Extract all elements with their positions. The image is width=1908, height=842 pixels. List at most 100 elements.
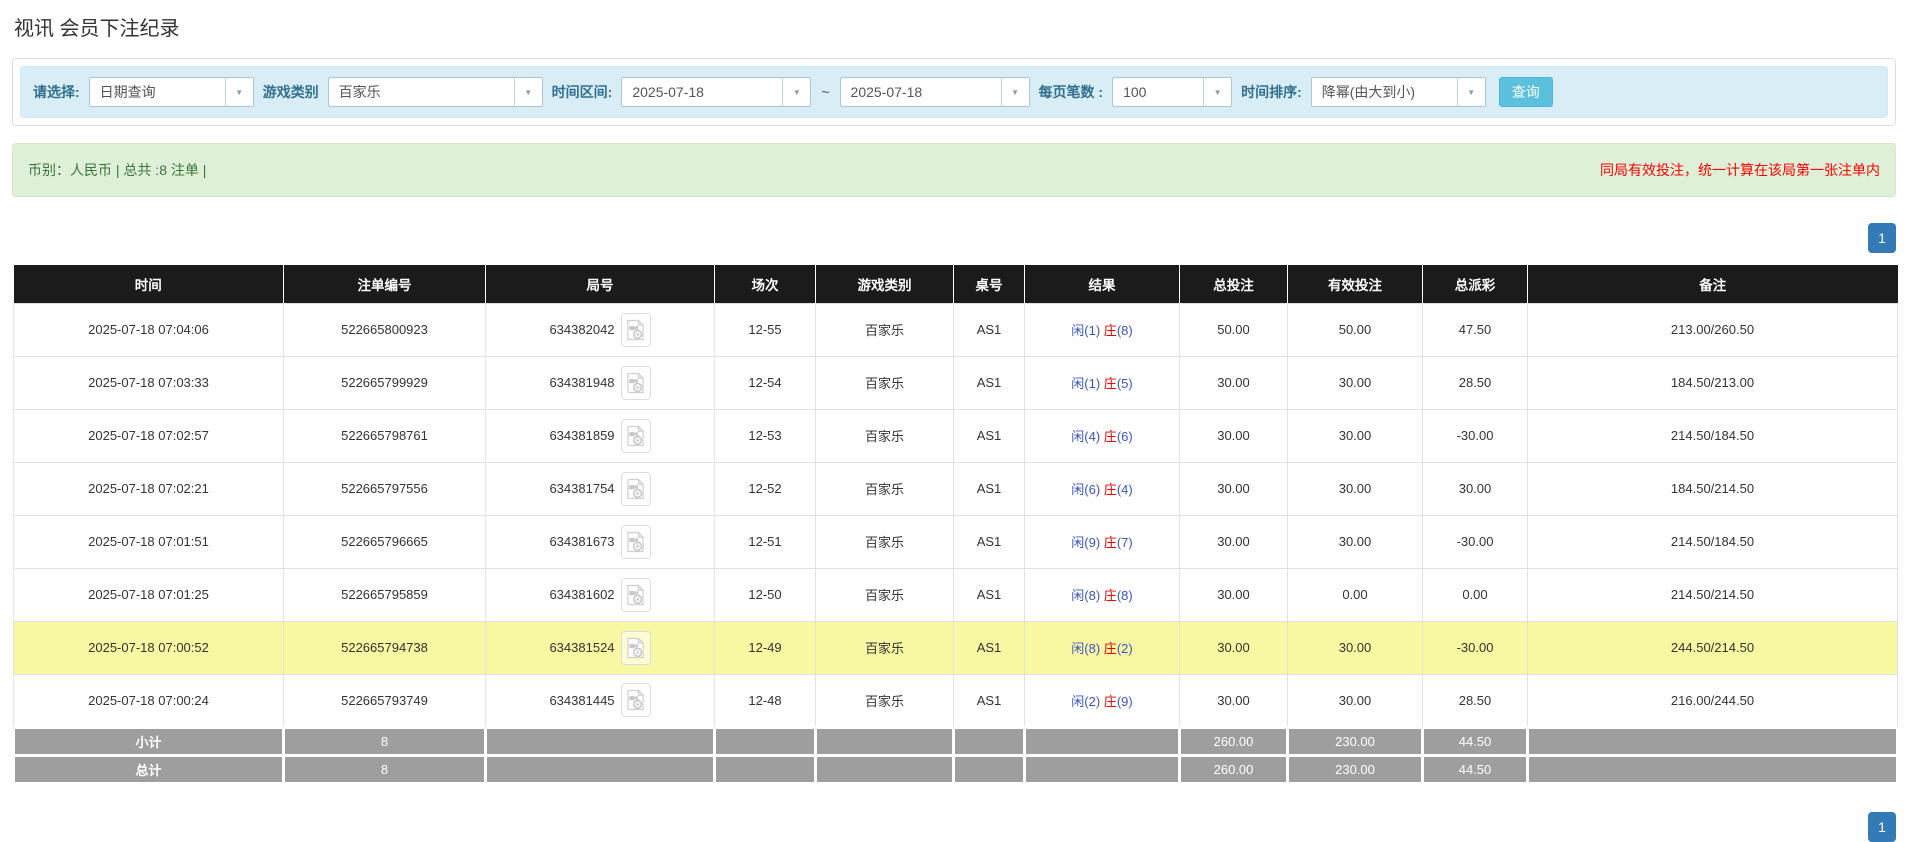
summary-empty-cell xyxy=(1528,755,1898,783)
round-id-cell: 634381445 xyxy=(486,674,715,727)
video-replay-button[interactable] xyxy=(621,419,651,453)
video-replay-button[interactable] xyxy=(621,683,651,717)
game-category-cell: 百家乐 xyxy=(816,409,954,462)
chevron-down-icon[interactable]: ▼ xyxy=(1457,78,1485,106)
filter-panel: 请选择: 日期查询 ▼ 游戏类别 百家乐 ▼ 时间区间: 2025-07-18 … xyxy=(12,58,1896,126)
game-category-dropdown[interactable]: 百家乐 ▼ xyxy=(328,77,543,107)
result-player: 闲(2) xyxy=(1071,694,1100,709)
video-file-icon xyxy=(626,531,645,553)
result-cell: 闲(8) 庄(2) xyxy=(1025,621,1180,674)
table-number-cell: AS1 xyxy=(954,568,1025,621)
page-size-dropdown[interactable]: 100 ▼ xyxy=(1112,77,1232,107)
select-type-dropdown[interactable]: 日期查询 ▼ xyxy=(89,77,254,107)
video-file-icon xyxy=(626,319,645,341)
round-id-value: 634382042 xyxy=(549,322,614,337)
result-banker-score: (2) xyxy=(1117,641,1133,656)
pagination-page-button[interactable]: 1 xyxy=(1868,223,1896,253)
bet-id-cell: 522665795859 xyxy=(284,568,486,621)
bet-records-table: 时间注单编号局号场次游戏类别桌号结果总投注有效投注总派彩备注 2025-07-1… xyxy=(12,265,1899,785)
video-replay-button[interactable] xyxy=(621,472,651,506)
result-banker-score: (7) xyxy=(1117,535,1133,550)
total-bet-link[interactable]: 30.00 xyxy=(1180,621,1288,674)
video-replay-button[interactable] xyxy=(621,313,651,347)
result-cell: 闲(9) 庄(7) xyxy=(1025,515,1180,568)
search-button[interactable]: 查询 xyxy=(1499,77,1553,107)
chevron-down-icon[interactable]: ▼ xyxy=(1203,78,1231,106)
session-cell: 12-48 xyxy=(715,674,816,727)
chevron-down-icon[interactable]: ▼ xyxy=(1001,78,1029,106)
total-bet-link[interactable]: 30.00 xyxy=(1180,515,1288,568)
date-to-value: 2025-07-18 xyxy=(841,78,1001,106)
round-id-value: 634381948 xyxy=(549,375,614,390)
date-from-dropdown[interactable]: 2025-07-18 ▼ xyxy=(621,77,811,107)
time-cell: 2025-07-18 07:03:33 xyxy=(14,356,284,409)
chevron-down-icon[interactable]: ▼ xyxy=(225,78,253,106)
video-replay-button[interactable] xyxy=(621,578,651,612)
total-bet-link[interactable]: 50.00 xyxy=(1180,303,1288,356)
session-cell: 12-51 xyxy=(715,515,816,568)
table-number-cell: AS1 xyxy=(954,515,1025,568)
time-sort-dropdown[interactable]: 降幂(由大到小) ▼ xyxy=(1311,77,1486,107)
pagination-bottom: 1 xyxy=(12,812,1896,842)
session-cell: 12-54 xyxy=(715,356,816,409)
round-id-wrap: 634381524 xyxy=(549,631,650,665)
filter-bar: 请选择: 日期查询 ▼ 游戏类别 百家乐 ▼ 时间区间: 2025-07-18 … xyxy=(20,66,1888,118)
time-cell: 2025-07-18 07:00:24 xyxy=(14,674,284,727)
time-cell: 2025-07-18 07:02:57 xyxy=(14,409,284,462)
result-banker: 庄 xyxy=(1104,482,1117,497)
summary-empty-cell xyxy=(954,755,1025,783)
date-to-dropdown[interactable]: 2025-07-18 ▼ xyxy=(840,77,1030,107)
video-file-icon xyxy=(626,478,645,500)
column-header: 总投注 xyxy=(1180,265,1288,303)
total-bet-link[interactable]: 30.00 xyxy=(1180,356,1288,409)
remark-cell: 214.50/214.50 xyxy=(1528,568,1898,621)
result-player: 闲(4) xyxy=(1071,429,1100,444)
result-cell: 闲(6) 庄(4) xyxy=(1025,462,1180,515)
remark-cell: 184.50/213.00 xyxy=(1528,356,1898,409)
round-id-value: 634381673 xyxy=(549,534,614,549)
round-id-wrap: 634381948 xyxy=(549,366,650,400)
summary-alert: 币别：人民币 | 总共 :8 注单 | 同局有效投注，统一计算在该局第一张注单内 xyxy=(12,143,1896,197)
result-cell: 闲(8) 庄(8) xyxy=(1025,568,1180,621)
payout-cell: -30.00 xyxy=(1423,621,1528,674)
table-row: 2025-07-18 07:02:21522665797556634381754… xyxy=(14,462,1898,515)
summary-total-bet-cell: 260.00 xyxy=(1180,727,1288,755)
table-row: 2025-07-18 07:00:52522665794738634381524… xyxy=(14,621,1898,674)
remark-cell: 244.50/214.50 xyxy=(1528,621,1898,674)
same-round-note-text: 同局有效投注，统一计算在该局第一张注单内 xyxy=(1600,160,1880,180)
column-header: 时间 xyxy=(14,265,284,303)
game-category-cell: 百家乐 xyxy=(816,462,954,515)
table-row: 2025-07-18 07:01:51522665796665634381673… xyxy=(14,515,1898,568)
video-file-icon xyxy=(626,425,645,447)
video-replay-button[interactable] xyxy=(621,631,651,665)
remark-cell: 214.50/184.50 xyxy=(1528,409,1898,462)
summary-empty-cell xyxy=(816,727,954,755)
video-replay-button[interactable] xyxy=(621,366,651,400)
video-file-icon xyxy=(626,689,645,711)
round-id-wrap: 634381673 xyxy=(549,525,650,559)
total-bet-link[interactable]: 30.00 xyxy=(1180,462,1288,515)
select-type-value: 日期查询 xyxy=(90,78,225,106)
table-number-cell: AS1 xyxy=(954,303,1025,356)
total-bet-link[interactable]: 30.00 xyxy=(1180,409,1288,462)
table-number-cell: AS1 xyxy=(954,356,1025,409)
summary-count-cell: 8 xyxy=(284,727,486,755)
total-bet-link[interactable]: 30.00 xyxy=(1180,568,1288,621)
result-banker-score: (6) xyxy=(1117,429,1133,444)
total-bet-link[interactable]: 30.00 xyxy=(1180,674,1288,727)
game-category-cell: 百家乐 xyxy=(816,621,954,674)
chevron-down-icon[interactable]: ▼ xyxy=(782,78,810,106)
remark-cell: 184.50/214.50 xyxy=(1528,462,1898,515)
pagination-page-button[interactable]: 1 xyxy=(1868,812,1896,842)
round-id-cell: 634381602 xyxy=(486,568,715,621)
chevron-down-icon[interactable]: ▼ xyxy=(514,78,542,106)
remark-cell: 213.00/260.50 xyxy=(1528,303,1898,356)
round-id-cell: 634382042 xyxy=(486,303,715,356)
round-id-value: 634381524 xyxy=(549,640,614,655)
filter-label-time-range: 时间区间: xyxy=(552,82,613,102)
video-replay-button[interactable] xyxy=(621,525,651,559)
table-row: 2025-07-18 07:01:25522665795859634381602… xyxy=(14,568,1898,621)
round-id-value: 634381602 xyxy=(549,587,614,602)
remark-cell: 214.50/184.50 xyxy=(1528,515,1898,568)
payout-cell: -30.00 xyxy=(1423,515,1528,568)
